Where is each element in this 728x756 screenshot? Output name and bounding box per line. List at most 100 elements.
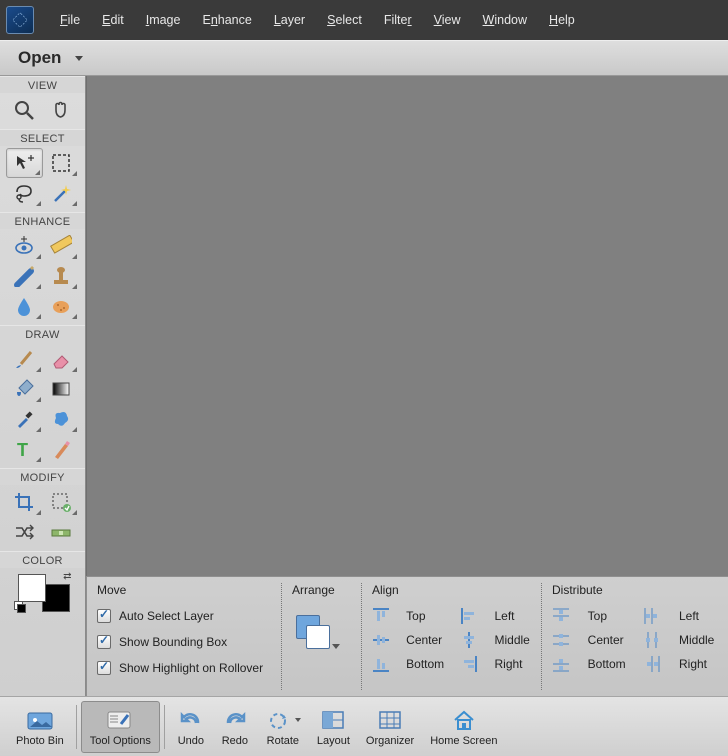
fly-out-icon [36,254,41,259]
tool-blur[interactable] [6,291,43,321]
menu-image[interactable]: Image [136,9,191,31]
arrange-dropdown-icon [332,644,340,649]
redo-button[interactable]: Redo [213,701,257,753]
tool-redeye[interactable] [6,231,43,261]
hand-icon [50,99,72,121]
tool-paint-bucket[interactable] [6,374,43,404]
menu-file[interactable]: File [50,9,90,31]
photo-bin-button[interactable]: Photo Bin [8,701,72,753]
arrange-button[interactable] [292,611,336,655]
checkbox-auto-select[interactable] [97,609,111,623]
label-highlight: Show Highlight on Rollover [119,661,263,675]
tool-shape[interactable] [43,404,80,434]
tool-straighten[interactable] [43,231,80,261]
align-center-button[interactable] [372,631,390,649]
open-dropdown-icon[interactable] [75,56,83,61]
bandage-icon [13,265,35,287]
dist-middle-label: Middle [679,633,718,647]
dist-right-button[interactable] [643,655,661,673]
align-center-label: Center [406,633,446,647]
fly-out-icon [36,397,41,402]
redo-label: Redo [222,735,248,747]
tool-gradient[interactable] [43,374,80,404]
checkbox-bounding-box[interactable] [97,635,111,649]
tool-healing[interactable] [6,261,43,291]
tool-sponge[interactable] [43,291,80,321]
tool-type[interactable]: T [6,434,43,464]
checkbox-highlight[interactable] [97,661,111,675]
menu-filter[interactable]: Filter [374,9,422,31]
menu-enhance[interactable]: Enhance [192,9,261,31]
undo-button[interactable]: Undo [169,701,213,753]
menu-bar: File Edit Image Enhance Layer Select Fil… [0,0,728,40]
tool-clone-stamp[interactable] [43,261,80,291]
bucket-icon [13,378,35,400]
tool-move[interactable] [6,148,43,178]
default-colors-icon[interactable] [14,601,26,613]
tool-zoom[interactable] [6,95,43,125]
menu-select[interactable]: Select [317,9,372,31]
dist-center-button[interactable] [552,631,570,649]
gradient-icon [50,378,72,400]
lasso-icon [13,182,35,204]
tool-content-aware-move[interactable] [6,517,43,547]
menu-help[interactable]: Help [539,9,585,31]
tool-hand[interactable] [43,95,80,125]
toolbox-color-label: COLOR [0,551,85,568]
align-left-button[interactable] [460,607,478,625]
background-swatch[interactable] [42,584,70,612]
tool-quick-selection[interactable] [43,178,80,208]
drop-icon [13,295,35,317]
sponge-icon [50,295,72,317]
marquee-icon [50,152,72,174]
menu-layer[interactable]: Layer [264,9,315,31]
tool-brush[interactable] [6,344,43,374]
fly-out-icon [36,201,41,206]
app-logo-icon [6,6,34,34]
undo-label: Undo [178,735,204,747]
canvas-area[interactable] [86,76,728,576]
fly-out-icon [72,510,77,515]
tool-straighten2[interactable] [43,517,80,547]
tool-pencil[interactable] [43,434,80,464]
dist-left-button[interactable] [643,607,661,625]
menu-edit[interactable]: Edit [92,9,134,31]
swap-colors-icon[interactable]: ⇄ [63,571,71,582]
color-swatches[interactable]: ⇄ [16,572,70,612]
dist-bottom-label: Bottom [588,657,630,671]
align-right-button[interactable] [460,655,478,673]
toolbox-view-label: VIEW [0,76,85,93]
level-icon [50,521,72,543]
tool-crop[interactable] [6,487,43,517]
foreground-swatch[interactable] [18,574,46,602]
tool-marquee[interactable] [43,148,80,178]
tool-recompose[interactable] [43,487,80,517]
tool-eraser[interactable] [43,344,80,374]
tool-eyedropper[interactable] [6,404,43,434]
organizer-label: Organizer [366,735,414,747]
menu-view[interactable]: View [424,9,471,31]
eyedropper-icon [13,408,35,430]
dist-middle-button[interactable] [643,631,661,649]
fly-out-icon [36,314,41,319]
home-screen-button[interactable]: Home Screen [422,701,505,753]
dist-top-button[interactable] [552,607,570,625]
align-middle-button[interactable] [460,631,478,649]
open-button[interactable]: Open [18,48,61,68]
rotate-button[interactable]: Rotate [257,701,309,753]
dist-left-label: Left [679,609,718,623]
tool-options-button[interactable]: Tool Options [81,701,160,753]
svg-text:T: T [17,440,28,460]
layout-button[interactable]: Layout [309,701,358,753]
home-screen-label: Home Screen [430,735,497,747]
menu-window[interactable]: Window [473,9,537,31]
move-icon [13,152,35,174]
options-move-title: Move [97,583,272,597]
tool-lasso[interactable] [6,178,43,208]
options-arrange-title: Arrange [292,583,352,597]
align-bottom-button[interactable] [372,655,390,673]
align-bottom-label: Bottom [406,657,446,671]
organizer-button[interactable]: Organizer [358,701,422,753]
dist-bottom-button[interactable] [552,655,570,673]
align-top-button[interactable] [372,607,390,625]
